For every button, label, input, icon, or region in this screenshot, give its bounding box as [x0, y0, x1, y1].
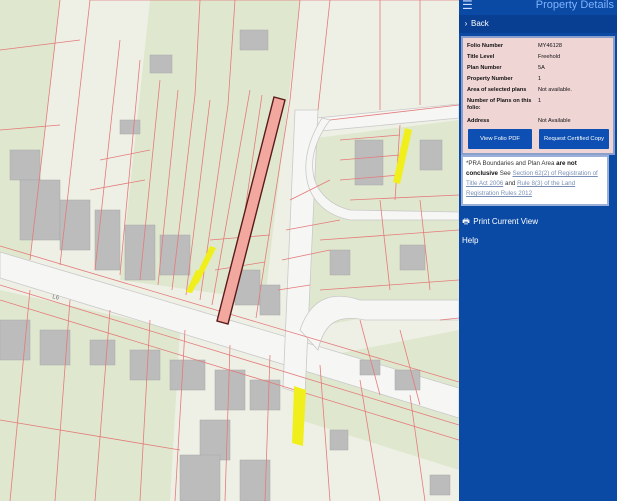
panel-header: ☰ Property Details: [459, 0, 617, 13]
detail-label: Folio Number: [467, 43, 504, 49]
detail-label: Property Number: [467, 76, 513, 82]
detail-label: Address: [467, 118, 490, 124]
note-and: and: [505, 180, 516, 187]
request-certified-copy-button[interactable]: Request Certified Copy: [539, 129, 609, 149]
map-view[interactable]: L6: [0, 0, 459, 501]
print-label: Print Current View: [473, 217, 538, 226]
panel-title: Property Details: [535, 0, 614, 11]
detail-value: Not Available: [538, 118, 571, 124]
detail-value: 1: [538, 76, 542, 82]
help-link[interactable]: Help: [459, 236, 617, 245]
print-current-view-link[interactable]: 🖶 Print Current View: [459, 216, 617, 230]
detail-value: 5A: [538, 65, 545, 71]
detail-label: Title Level: [467, 54, 495, 60]
back-label: Back: [471, 19, 489, 28]
boundary-disclaimer: *PRA Boundaries and Plan Area are not co…: [461, 155, 609, 206]
detail-value: 1: [538, 98, 542, 104]
note-prefix: *PRA Boundaries and Plan Area: [466, 160, 555, 167]
view-folio-pdf-button[interactable]: View Folio PDF: [468, 129, 532, 149]
detail-label: Area of selected plans: [467, 87, 527, 93]
detail-value: MY46128: [538, 43, 562, 49]
folio-details-card: Folio Number MY46128 Title Level Freehol…: [461, 36, 615, 155]
menu-icon[interactable]: ☰: [462, 0, 473, 12]
detail-label: Plan Number: [467, 65, 502, 71]
chevron-right-icon: ›: [464, 19, 468, 28]
note-see: See: [499, 170, 511, 177]
detail-value: Not available.: [538, 87, 572, 93]
printer-icon: 🖶: [462, 217, 470, 226]
detail-value: Freehold: [538, 54, 561, 60]
detail-label: Number of Plans on this folio:: [467, 98, 532, 111]
back-button[interactable]: › Back: [459, 15, 617, 33]
property-details-panel: ☰ Property Details › Back Folio Number MY…: [459, 0, 617, 501]
